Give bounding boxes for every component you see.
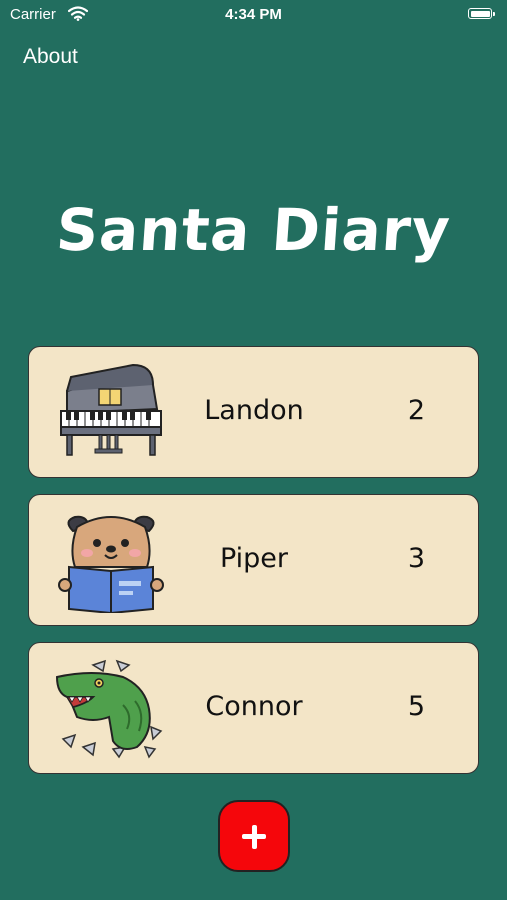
dinosaur-icon: [53, 657, 169, 761]
battery-icon: [468, 8, 495, 19]
status-time: 4:34 PM: [225, 6, 282, 23]
child-count: 5: [407, 691, 426, 722]
child-name: Piper: [219, 543, 289, 574]
status-bar: Carrier 4:34 PM: [0, 0, 507, 30]
child-name: Landon: [204, 395, 304, 426]
child-card-landon[interactable]: Landon 2: [28, 346, 479, 478]
app-title: Santa Diary: [54, 196, 453, 264]
piano-icon: [53, 361, 169, 465]
child-card-piper[interactable]: Piper 3: [28, 494, 479, 626]
puppy-reading-icon: [53, 509, 169, 615]
child-count: 3: [407, 543, 426, 574]
child-name: Connor: [205, 691, 303, 722]
about-button[interactable]: About: [23, 45, 78, 69]
add-child-button[interactable]: [218, 800, 290, 872]
child-card-connor[interactable]: Connor 5: [28, 642, 479, 774]
child-count: 2: [407, 395, 426, 426]
